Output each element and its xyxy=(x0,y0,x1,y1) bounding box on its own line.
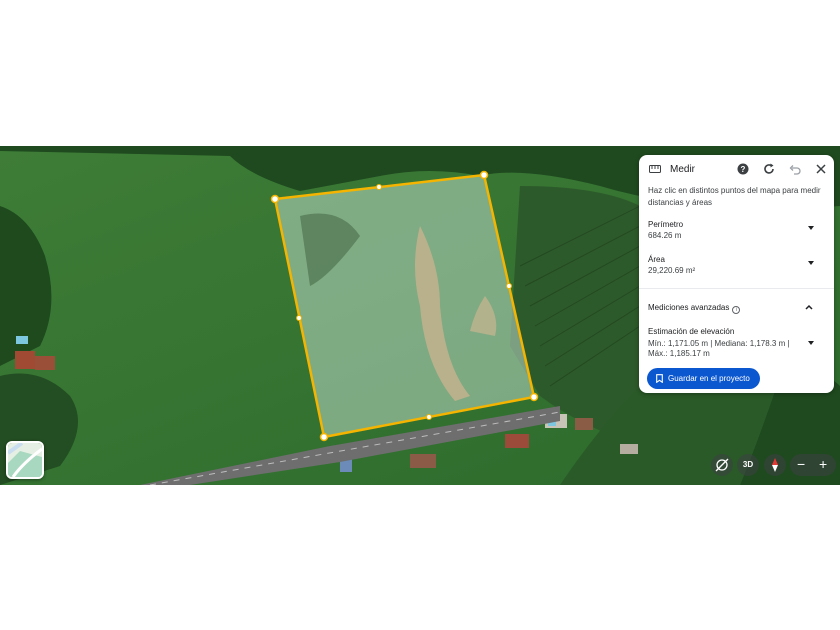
chevron-down-icon[interactable] xyxy=(808,261,814,265)
area-label: Área xyxy=(648,255,665,264)
hide-labels-icon xyxy=(715,458,729,472)
advanced-measurements-header[interactable]: Mediciones avanzadas i xyxy=(648,303,741,314)
polygon-vertex xyxy=(319,432,329,442)
polygon-midpoint xyxy=(296,315,302,321)
polygon-midpoint xyxy=(376,184,382,190)
help-icon[interactable]: ? xyxy=(736,162,750,176)
panel-title: Medir xyxy=(670,164,696,175)
area-value: 29,220.69 m² xyxy=(648,266,696,275)
info-icon[interactable]: i xyxy=(732,306,741,314)
bookmark-icon xyxy=(656,374,663,383)
ruler-icon xyxy=(649,165,661,173)
save-to-project-button[interactable]: Guardar en el proyecto xyxy=(647,368,760,389)
perimeter-value: 684.26 m xyxy=(648,231,682,240)
compass-icon xyxy=(772,458,778,472)
3d-toggle-button[interactable]: 3D xyxy=(737,454,759,476)
elevation-values-line1: Mín.: 1,171.05 m | Mediana: 1,178.3 m | xyxy=(648,339,790,348)
chevron-down-icon[interactable] xyxy=(808,341,814,345)
polygon-midpoint xyxy=(426,414,432,420)
hide-labels-button[interactable] xyxy=(711,454,733,476)
measure-panel: Medir ? Haz clic en distintos puntos del… xyxy=(639,155,834,393)
3d-label: 3D xyxy=(742,460,754,469)
chevron-down-icon[interactable] xyxy=(808,226,814,230)
polygon-vertex xyxy=(479,170,489,180)
close-icon[interactable] xyxy=(814,162,828,176)
polygon-vertex xyxy=(529,392,539,402)
perimeter-label: Perímetro xyxy=(648,220,684,229)
divider xyxy=(639,288,834,289)
svg-text:?: ? xyxy=(741,165,746,174)
map-layers-thumbnail[interactable] xyxy=(6,441,44,479)
panel-description: Haz clic en distintos puntos del mapa pa… xyxy=(648,186,821,207)
compass-button[interactable] xyxy=(764,454,786,476)
advanced-measurements-label: Mediciones avanzadas xyxy=(648,303,730,312)
panel-header: Medir ? xyxy=(639,155,834,183)
polygon-midpoint xyxy=(506,283,512,289)
map-thumbnail-icon xyxy=(8,443,42,477)
elevation-label: Estimación de elevación xyxy=(648,327,735,336)
refresh-icon[interactable] xyxy=(762,162,776,176)
zoom-controls: − + xyxy=(790,454,836,476)
chevron-up-icon[interactable] xyxy=(804,303,814,311)
undo-icon[interactable] xyxy=(788,162,802,176)
save-button-label: Guardar en el proyecto xyxy=(668,374,750,383)
zoom-out-button[interactable]: − xyxy=(797,456,805,472)
zoom-in-button[interactable]: + xyxy=(819,456,827,472)
polygon-vertex xyxy=(270,194,280,204)
elevation-values-line2: Máx.: 1,185.17 m xyxy=(648,349,710,358)
